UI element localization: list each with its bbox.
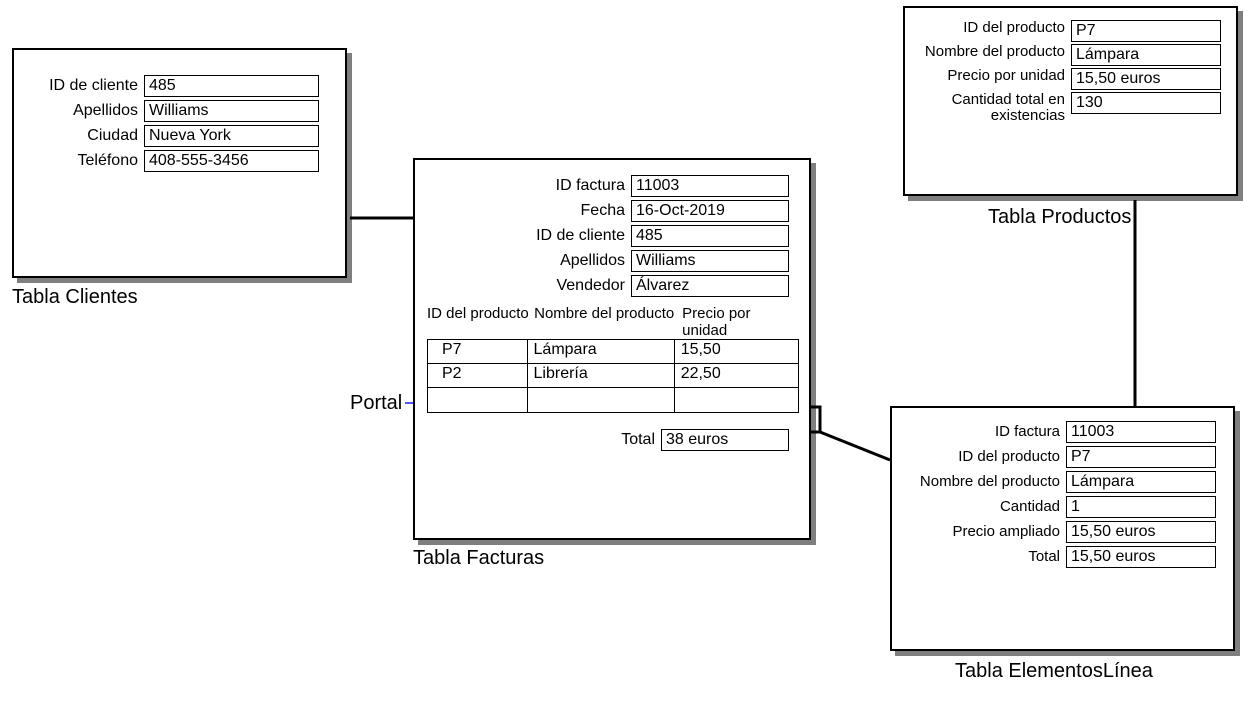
clientes-caption: Tabla Clientes: [12, 286, 138, 309]
clientes-row-apellidos: Apellidos Williams: [20, 100, 335, 122]
clientes-apellidos-label: Apellidos: [20, 102, 144, 120]
facturas-panel: ID factura 11003 Fecha 16-Oct-2019 ID de…: [413, 158, 811, 540]
elementos-row-nombre: Nombre del producto Lámpara: [898, 471, 1223, 493]
portal-cell-nombre: Lámpara: [528, 340, 675, 364]
portal-cell-id: P7: [428, 340, 528, 364]
clientes-apellidos-field[interactable]: Williams: [144, 100, 319, 122]
facturas-row-fecha: Fecha 16-Oct-2019: [421, 200, 799, 222]
clientes-row-telefono: Teléfono 408-555-3456: [20, 150, 335, 172]
facturas-total-label: Total: [421, 431, 661, 449]
portal-row[interactable]: P7 Lámpara 15,50: [428, 340, 798, 364]
clientes-row-ciudad: Ciudad Nueva York: [20, 125, 335, 147]
productos-id-label: ID del producto: [911, 20, 1071, 37]
facturas-row-id: ID factura 11003: [421, 175, 799, 197]
productos-row-cantidad: Cantidad total en existencias 130: [911, 92, 1226, 124]
portal-cell-nombre: Librería: [528, 364, 675, 388]
portal-header-nombre: Nombre del producto: [534, 305, 682, 339]
portal-table: P7 Lámpara 15,50 P2 Librería 22,50: [427, 339, 799, 413]
elementos-row-factura: ID factura 11003: [898, 421, 1223, 443]
elementos-nombre-label: Nombre del producto: [898, 474, 1066, 491]
facturas-cliente-field[interactable]: 485: [631, 225, 789, 247]
productos-id-field[interactable]: P7: [1071, 20, 1221, 42]
portal-headers: ID del producto Nombre del producto Prec…: [421, 305, 799, 339]
clientes-telefono-label: Teléfono: [20, 152, 144, 170]
elementos-total-field[interactable]: 15,50 euros: [1066, 546, 1216, 568]
portal-row[interactable]: [428, 388, 798, 412]
clientes-ciudad-field[interactable]: Nueva York: [144, 125, 319, 147]
elementos-precio-label: Precio ampliado: [898, 524, 1066, 541]
productos-row-precio: Precio por unidad 15,50 euros: [911, 68, 1226, 90]
facturas-apellidos-label: Apellidos: [421, 252, 631, 270]
facturas-row-cliente: ID de cliente 485: [421, 225, 799, 247]
elementos-row-total: Total 15,50 euros: [898, 546, 1223, 568]
productos-cantidad-field[interactable]: 130: [1071, 92, 1221, 114]
portal-cell-precio: 15,50: [675, 340, 798, 364]
productos-precio-label: Precio por unidad: [911, 68, 1071, 85]
productos-row-id: ID del producto P7: [911, 20, 1226, 42]
facturas-id-field[interactable]: 11003: [631, 175, 789, 197]
productos-cantidad-label: Cantidad total en existencias: [911, 92, 1071, 124]
portal-header-id: ID del producto: [427, 305, 534, 339]
elementos-row-cantidad: Cantidad 1: [898, 496, 1223, 518]
productos-precio-field[interactable]: 15,50 euros: [1071, 68, 1221, 90]
clientes-telefono-field[interactable]: 408-555-3456: [144, 150, 319, 172]
productos-panel: ID del producto P7 Nombre del producto L…: [903, 6, 1238, 196]
facturas-caption: Tabla Facturas: [413, 547, 544, 570]
elementos-precio-field[interactable]: 15,50 euros: [1066, 521, 1216, 543]
facturas-id-label: ID factura: [421, 177, 631, 195]
elementos-producto-label: ID del producto: [898, 449, 1066, 466]
productos-nombre-label: Nombre del producto: [911, 44, 1071, 61]
facturas-row-vendedor: Vendedor Álvarez: [421, 275, 799, 297]
portal-cell-id: [428, 388, 528, 412]
facturas-fecha-label: Fecha: [421, 202, 631, 220]
elementos-factura-label: ID factura: [898, 424, 1066, 441]
elementos-row-precio: Precio ampliado 15,50 euros: [898, 521, 1223, 543]
portal-row[interactable]: P2 Librería 22,50: [428, 364, 798, 388]
portal-cell-nombre: [528, 388, 675, 412]
portal-cell-precio: [675, 388, 798, 412]
productos-row-nombre: Nombre del producto Lámpara: [911, 44, 1226, 66]
elementos-cantidad-field[interactable]: 1: [1066, 496, 1216, 518]
clientes-panel: ID de cliente 485 Apellidos Williams Ciu…: [12, 48, 347, 278]
clientes-row-id: ID de cliente 485: [20, 75, 335, 97]
facturas-vendedor-label: Vendedor: [421, 277, 631, 295]
productos-nombre-field[interactable]: Lámpara: [1071, 44, 1221, 66]
elementos-row-producto: ID del producto P7: [898, 446, 1223, 468]
portal-cell-id: P2: [428, 364, 528, 388]
elementos-caption: Tabla ElementosLínea: [955, 660, 1153, 683]
facturas-cliente-label: ID de cliente: [421, 227, 631, 245]
facturas-fecha-field[interactable]: 16-Oct-2019: [631, 200, 789, 222]
elementos-total-label: Total: [898, 549, 1066, 566]
elementos-nombre-field[interactable]: Lámpara: [1066, 471, 1216, 493]
facturas-row-apellidos: Apellidos Williams: [421, 250, 799, 272]
elementos-cantidad-label: Cantidad: [898, 499, 1066, 516]
portal-cell-precio: 22,50: [675, 364, 798, 388]
portal-label: Portal: [350, 392, 402, 415]
elementos-factura-field[interactable]: 11003: [1066, 421, 1216, 443]
productos-caption: Tabla Productos: [988, 206, 1131, 229]
elementos-producto-field[interactable]: P7: [1066, 446, 1216, 468]
facturas-total-field[interactable]: 38 euros: [661, 429, 789, 451]
facturas-vendedor-field[interactable]: Álvarez: [631, 275, 789, 297]
clientes-id-label: ID de cliente: [20, 77, 144, 95]
facturas-apellidos-field[interactable]: Williams: [631, 250, 789, 272]
elementos-panel: ID factura 11003 ID del producto P7 Nomb…: [890, 406, 1235, 651]
portal-header-precio: Precio por unidad: [682, 305, 799, 339]
clientes-ciudad-label: Ciudad: [20, 127, 144, 145]
facturas-row-total: Total 38 euros: [421, 429, 799, 451]
clientes-id-field[interactable]: 485: [144, 75, 319, 97]
